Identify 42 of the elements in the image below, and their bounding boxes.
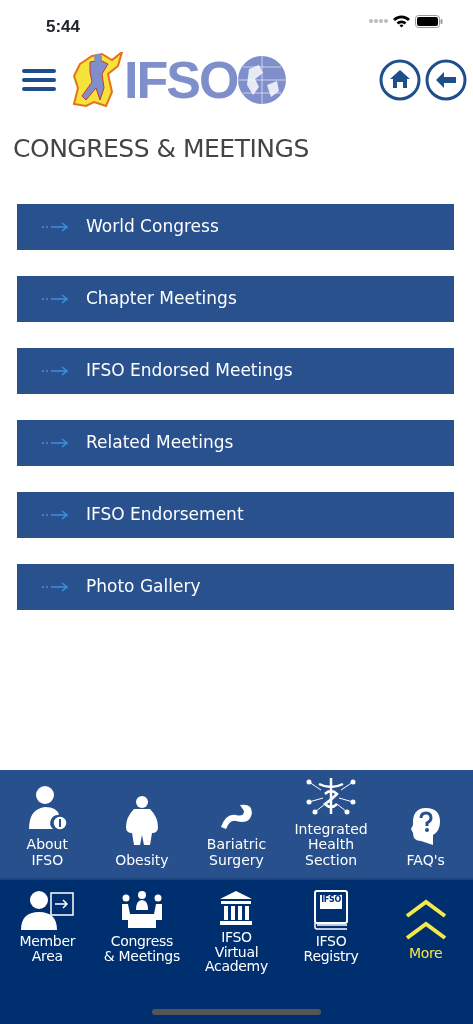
double-chevron-up-icon [403, 898, 448, 942]
caduceus-icon [305, 775, 358, 816]
tab-bar-item[interactable]: IFSO Virtual Academy [189, 880, 284, 1024]
menu-item-button[interactable]: Related Meetings [17, 420, 454, 466]
globe-logo-icon [237, 55, 288, 105]
tab-bar-item[interactable]: Member Area [0, 880, 95, 1024]
arrow-right-icon [41, 582, 69, 592]
logo-text: IFSO [124, 54, 238, 106]
museum-building-icon [218, 890, 255, 926]
back-button[interactable] [425, 59, 467, 101]
more-tab[interactable]: More [378, 880, 473, 1024]
more-menu-item[interactable]: FAQ's [378, 770, 473, 878]
menu-button[interactable] [22, 67, 56, 93]
runner-logo-icon [72, 52, 124, 108]
arrow-right-icon [41, 366, 69, 376]
more-menu-item[interactable]: Bariatric Surgery [189, 770, 284, 878]
arrow-right-icon [41, 510, 69, 520]
menu-item-button[interactable]: IFSO Endorsement [17, 492, 454, 538]
more-menu-item[interactable]: About IFSO [0, 770, 95, 878]
more-menu-item[interactable]: Integrated Health Section [283, 770, 379, 878]
book-icon [314, 890, 349, 930]
arrow-right-icon [41, 438, 69, 448]
wifi-icon [392, 14, 411, 28]
head-question-icon [410, 806, 441, 847]
menu-item-button[interactable]: Photo Gallery [17, 564, 454, 610]
signal-icon [368, 18, 388, 24]
body-figure-icon [123, 794, 160, 847]
book-label: IFSO [320, 896, 342, 904]
menu-item-button[interactable]: Chapter Meetings [17, 276, 454, 322]
clock-time: 5:44 [46, 16, 81, 38]
tab-bar-item[interactable]: Congress & Meetings [94, 880, 190, 1024]
meeting-table-icon [119, 890, 164, 930]
home-button[interactable] [379, 59, 421, 101]
member-login-icon [19, 890, 76, 930]
battery-icon [415, 14, 443, 28]
menu-item-button[interactable]: World Congress [17, 204, 454, 250]
more-menu-item[interactable]: Obesity [94, 770, 190, 878]
arrow-right-icon [41, 222, 69, 232]
page-title: CONGRESS & MEETINGS [13, 134, 310, 164]
arrow-right-icon [41, 294, 69, 304]
menu-item-button[interactable]: IFSO Endorsed Meetings [17, 348, 454, 394]
person-info-icon [27, 785, 68, 832]
